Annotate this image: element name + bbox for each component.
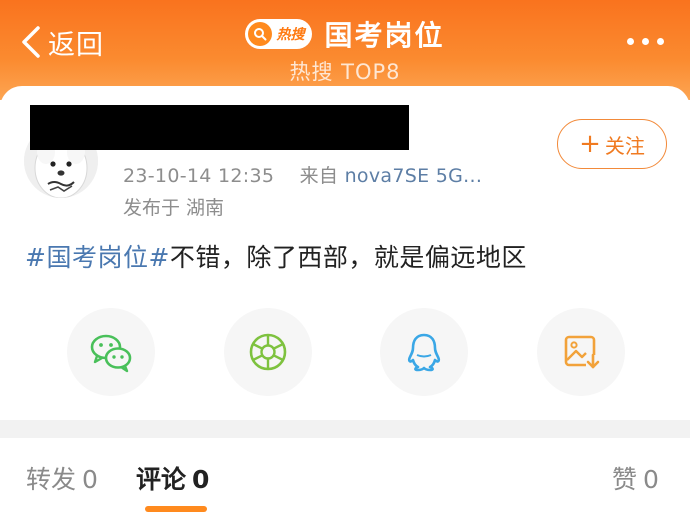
hot-rank-subtitle: 热搜 TOP8: [289, 60, 401, 84]
tab-comment-label: 评论: [136, 465, 187, 494]
follow-label: 关注: [604, 133, 645, 158]
save-image-icon: [564, 335, 600, 369]
tab-like-count: 0: [643, 465, 659, 494]
interaction-tabs: 转发 0 评论 0 赞0: [0, 438, 690, 518]
title-group: 热搜 国考岗位: [0, 14, 690, 54]
redacted-username: [30, 105, 409, 150]
post-location: 发布于 湖南: [123, 197, 225, 219]
page-title: 国考岗位: [324, 19, 445, 52]
hot-search-badge-label: 热搜: [276, 27, 305, 43]
post-card: 23-10-14 12:35 来自 nova7SE 5G... 发布于 湖南 +…: [0, 86, 690, 420]
more-options-button[interactable]: [627, 38, 664, 45]
post-body: 不错，除了西部，就是偏远地区: [169, 243, 527, 272]
section-divider: [0, 420, 690, 438]
tab-repost-label: 转发: [26, 465, 77, 494]
tab-repost-count: 0: [82, 465, 98, 494]
tab-comment[interactable]: 评论 0: [136, 460, 209, 496]
search-icon: [248, 22, 273, 46]
plus-icon: +: [579, 129, 601, 159]
post-source-prefix: 来自: [299, 165, 339, 187]
share-row: [0, 308, 690, 396]
post-text: #国考岗位#不错，除了西部，就是偏远地区: [25, 238, 527, 274]
more-dot-icon: [627, 38, 634, 45]
active-tab-indicator: [145, 506, 207, 512]
follow-button[interactable]: + 关注: [557, 119, 667, 169]
post-timestamp: 23-10-14 12:35: [123, 165, 275, 187]
more-dot-icon: [657, 38, 664, 45]
share-wechat-button[interactable]: [67, 308, 155, 396]
tab-like[interactable]: 赞0: [612, 460, 659, 496]
tab-like-label: 赞: [612, 465, 638, 494]
post-device[interactable]: nova7SE 5G...: [345, 165, 483, 187]
moments-icon: [249, 333, 287, 371]
wechat-icon: [90, 334, 132, 373]
hot-search-badge: 热搜: [245, 19, 313, 49]
tab-comment-count: 0: [192, 465, 210, 494]
qq-icon: [407, 333, 441, 372]
share-qq-button[interactable]: [380, 308, 468, 396]
tab-repost[interactable]: 转发 0: [26, 460, 98, 496]
post-meta: 23-10-14 12:35 来自 nova7SE 5G...: [123, 161, 482, 188]
top-bar: 返回 热搜 国考岗位 热搜 TOP8: [0, 0, 690, 100]
share-moments-button[interactable]: [224, 308, 312, 396]
save-image-button[interactable]: [537, 308, 625, 396]
more-dot-icon: [642, 38, 649, 45]
hashtag-link[interactable]: #国考岗位#: [25, 243, 170, 272]
